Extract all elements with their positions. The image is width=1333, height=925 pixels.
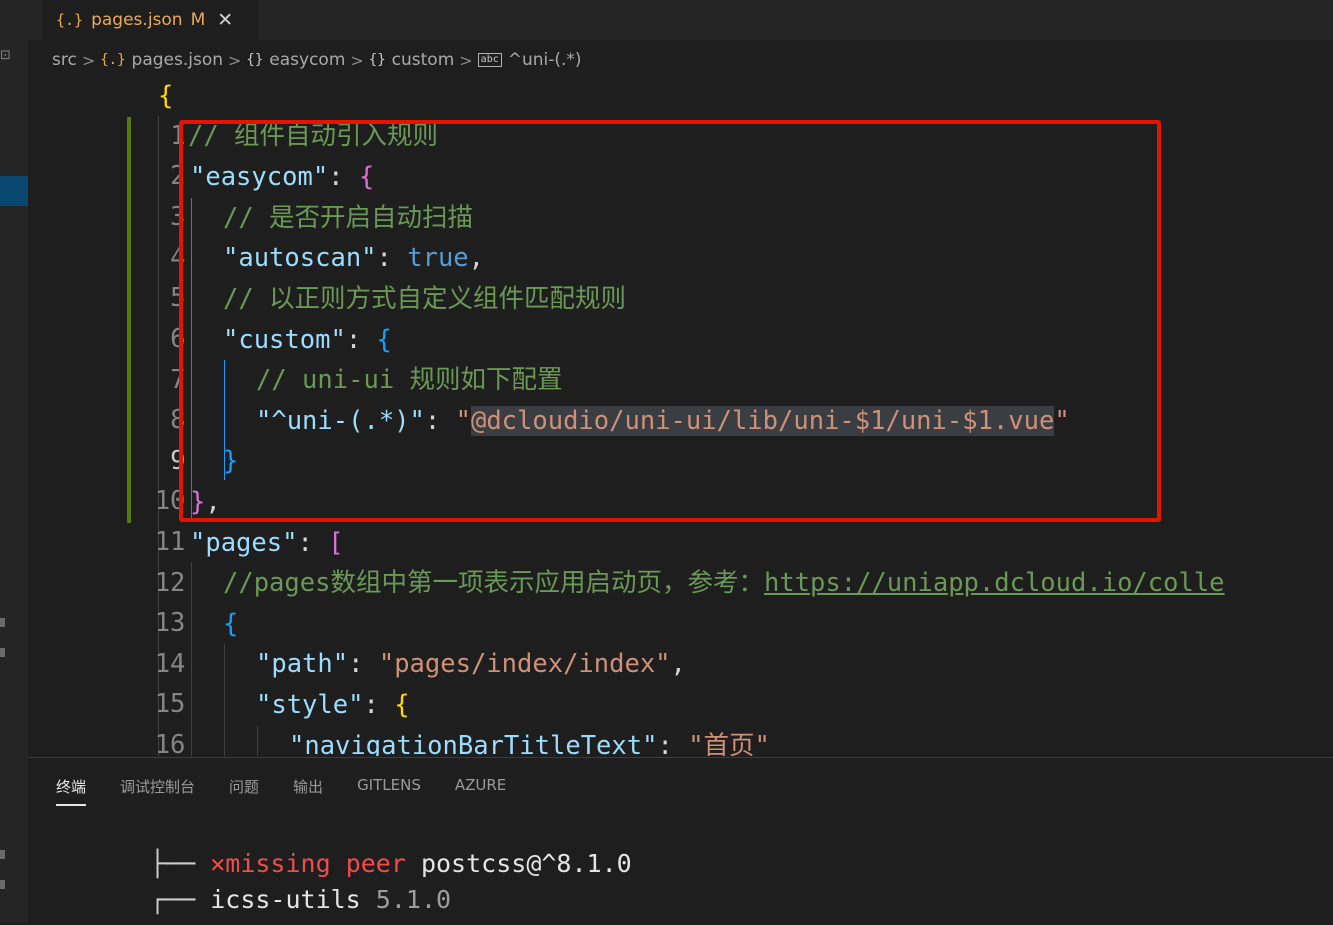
split-editor-icon[interactable]: ⊡ [0,48,14,64]
breadcrumb-item-easycom[interactable]: easycom [269,50,345,70]
chevron-right-icon: > [228,50,242,70]
chevron-right-icon: > [350,50,364,70]
activity-bar-marker [0,648,5,657]
code-line: 12 "pages": [ [28,523,1333,598]
breadcrumb-item-uni-pattern[interactable]: ^uni-(.*) [508,50,582,70]
code-line: 17 "navigationBarTitleText": "首页" [28,726,1333,756]
tree-branch: ├── [150,849,211,878]
tab-gitlens[interactable]: GITLENS [357,768,421,804]
code-line: 16 "style": { [28,685,1333,756]
tab-problems[interactable]: 问题 [229,768,259,804]
token-colon: : [297,528,329,558]
comment-link[interactable]: https://uniapp.dcloud.io/colle [764,568,1225,598]
panel-tab-bar: 终端 调试控制台 问题 输出 GITLENS AZURE [56,768,540,808]
modified-badge: M [190,10,206,30]
tree-branch: ┌── [150,885,211,914]
string-icon: abc [477,53,502,67]
panel-divider [28,757,1333,758]
json-file-icon: {.} [56,11,84,29]
token-brace: { [394,690,410,720]
activity-bar-marker [0,618,5,627]
breadcrumb-item-src[interactable]: src [52,50,77,70]
activity-bar: ⊡ [0,0,28,923]
token-key: "navigationBarTitleText" [289,731,658,756]
code-line: 1 { [28,76,1333,151]
token-key: "pages" [190,528,298,558]
activity-bar-active-indicator[interactable] [0,176,28,206]
token-brace: { [158,81,174,111]
token-string: "首页" [688,731,770,756]
token-key: "style" [256,690,364,720]
terminal-line: ┌── icss-utils 5.1.0 [150,882,451,918]
activity-bar-marker [0,880,5,889]
breadcrumb: src > {.} pages.json > {} easycom > {} c… [52,46,582,74]
code-line: 15 "path": "pages/index/index", [28,644,1333,719]
token-colon: : [657,731,689,756]
terminal-output[interactable]: ├── ✕missing peer postcss@^8.1.0 ┌── ics… [150,838,632,925]
code-line: 13 //pages数组中第一项表示应用启动页，参考：https://uniap… [28,563,1333,638]
highlight-annotation-box [179,120,1161,522]
tab-debug-console[interactable]: 调试控制台 [120,768,195,804]
breadcrumb-item-custom[interactable]: custom [392,50,455,70]
package-name: icss-utils [210,885,361,914]
token-brace: { [223,609,239,639]
chevron-right-icon: > [81,50,96,70]
code-line: 14 { [28,604,1333,679]
tab-filename: pages.json [91,10,183,30]
token-comment: //pages数组中第一项表示应用启动页，参考： [223,568,764,598]
json-file-icon: {.} [100,52,126,68]
tab-output[interactable]: 输出 [293,768,323,804]
chevron-right-icon: > [459,50,473,70]
object-icon: {} [246,52,264,68]
terminal-line: ├── ✕missing peer postcss@^8.1.0 [150,846,632,882]
token-bracket: [ [328,528,344,558]
breadcrumb-item-pages-json[interactable]: pages.json [132,50,223,70]
token-colon: : [348,649,379,679]
close-icon[interactable]: ✕ [217,9,233,31]
token-key: "path" [256,649,349,679]
missing-peer-label: missing peer [225,849,406,878]
package-version: 5.1.0 [360,885,452,914]
tab-pages-json[interactable]: {.} pages.json M ✕ [42,0,258,40]
package-name: postcss@^8.1.0 [405,849,632,878]
tab-azure[interactable]: AZURE [455,768,506,804]
editor-tab-bar: {.} pages.json M ✕ [28,0,1333,40]
tab-terminal[interactable]: 终端 [56,768,87,806]
token-colon: : [363,690,395,720]
token-comma: , [670,649,686,679]
token-string: "pages/index/index" [378,649,671,679]
activity-bar-marker [0,850,5,859]
error-x-icon: ✕ [210,849,226,878]
object-icon: {} [368,52,386,68]
